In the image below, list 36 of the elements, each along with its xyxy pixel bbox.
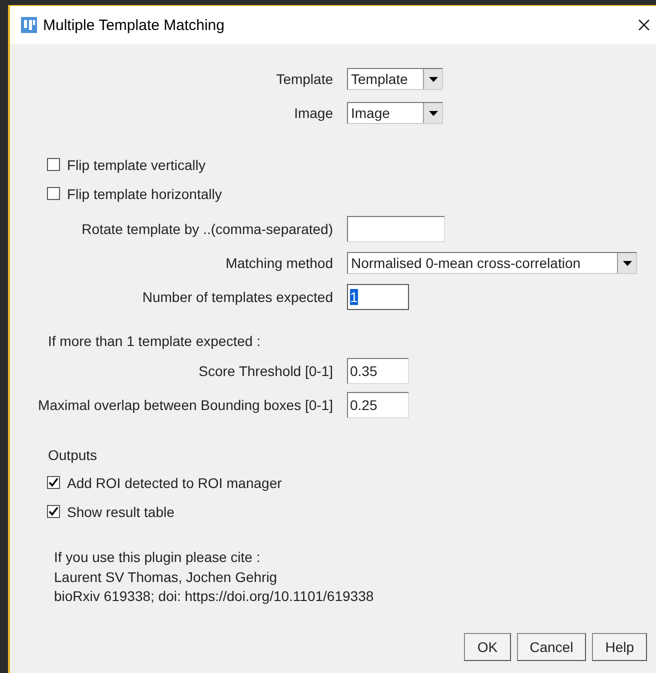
checkbox[interactable] [47, 187, 60, 200]
field-label: Score Threshold [0-1] [198, 363, 334, 379]
field-label: Image [293, 105, 334, 121]
input-field[interactable]: 0.25 [347, 392, 409, 418]
dialog-button[interactable]: OK [464, 632, 511, 660]
citation-text: bioRxiv 619338; doi: https://doi.org/10.1101/619338 [54, 587, 374, 606]
citation-text: If you use this plugin please cite : [54, 548, 260, 567]
input-field[interactable]: 1 [347, 284, 409, 310]
dropdown[interactable]: Template [347, 68, 443, 90]
checkbox[interactable] [47, 158, 60, 171]
checkbox-label: Flip template vertically [67, 156, 206, 172]
caret-icon [428, 110, 438, 116]
field-label: Matching method [224, 255, 334, 271]
field-label: Rotate template by ..(comma-separated) [80, 221, 334, 237]
field-label: Maximal overlap between Bounding boxes [0-1] [37, 397, 334, 413]
caret-icon [428, 76, 438, 82]
checkbox-label: Add ROI detected to ROI manager [67, 474, 282, 490]
field-label: Template [275, 71, 334, 87]
checkbox-label: Show result table [67, 504, 174, 520]
input-field[interactable] [347, 216, 445, 242]
input-field[interactable]: 0.35 [347, 358, 409, 384]
dropdown[interactable]: Normalised 0-mean cross-correlation [347, 252, 637, 274]
app-icon [21, 17, 37, 33]
dialog-button[interactable]: Help [592, 632, 647, 660]
checkbox[interactable] [47, 505, 60, 518]
dialog-button[interactable]: Cancel [516, 632, 586, 660]
close-icon[interactable] [638, 19, 650, 31]
dropdown[interactable]: Image [347, 102, 443, 124]
section-heading: Outputs [48, 447, 98, 463]
checkbox-label: Flip template horizontally [67, 186, 222, 202]
citation-text: Laurent SV Thomas, Jochen Gehrig [54, 568, 278, 587]
section-heading: If more than 1 template expected : [48, 333, 260, 349]
checkbox[interactable] [47, 476, 60, 489]
caret-icon [622, 260, 632, 266]
window-title: Multiple Template Matching [43, 16, 226, 34]
field-label: Number of templates expected [141, 289, 334, 305]
